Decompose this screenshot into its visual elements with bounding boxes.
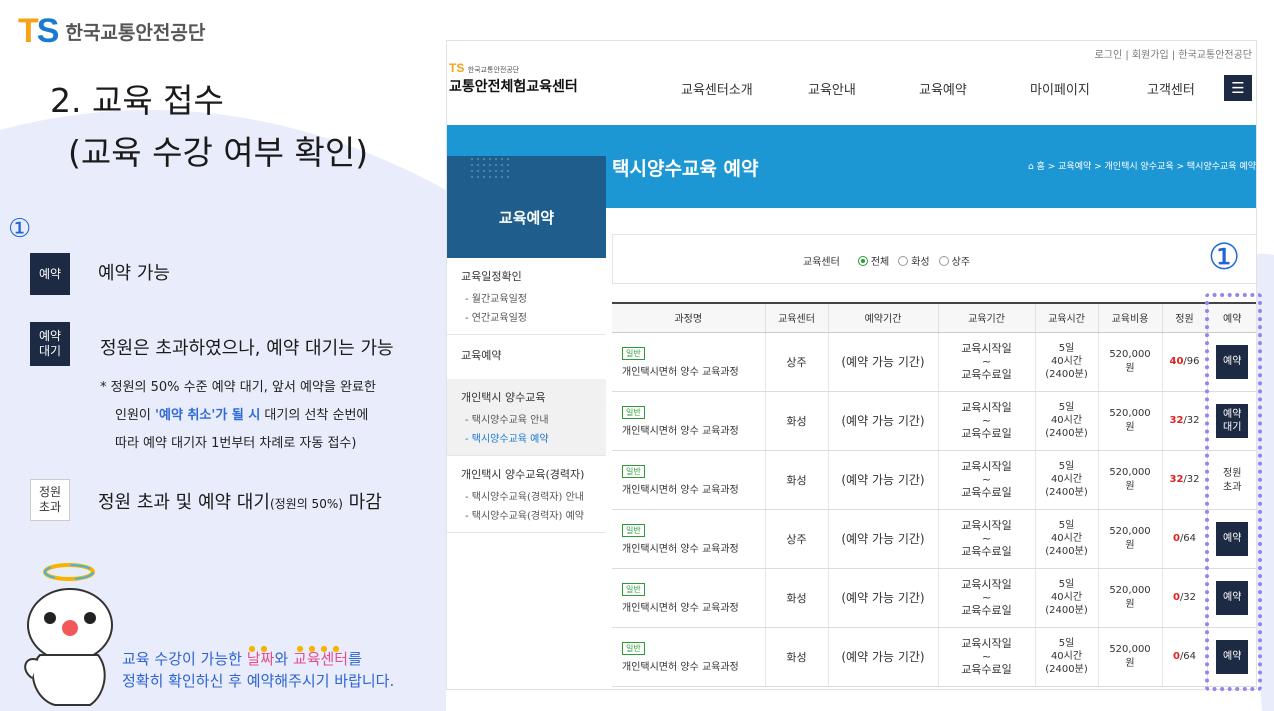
badge-waitlist: 예약 대기 (30, 322, 70, 366)
course-table: 과정명 교육센터 예약기간 교육기간 교육시간 교육비용 정원 예약 일반 개인택… (612, 302, 1256, 687)
course-cell: 일반 개인택시면허 양수 교육과정 (612, 391, 765, 451)
course-cell: 일반 개인택시면허 양수 교육과정 (612, 332, 765, 392)
slide-title: 2. 교육 접수 (교육 수강 여부 확인) (50, 81, 369, 172)
hours-cell: 5일 40시간 (2400분) (1034, 627, 1098, 687)
hours-cell: 5일 40시간 (2400분) (1034, 450, 1098, 510)
dates-cell: 교육시작일 ~ 교육수료일 (937, 627, 1035, 687)
fee-cell: 520,000 원 (1097, 391, 1162, 451)
legend-full-text: 정원 초과 및 예약 대기(정원의 50%) 마감 (98, 492, 382, 513)
dot-pattern (469, 156, 509, 182)
badge-reserve: 예약 (30, 253, 70, 295)
side-group-taxi: 개인택시 양수교육 - 택시양수교육 안내 - 택시양수교육 예약 (447, 379, 606, 455)
course-tag: 일반 (622, 405, 645, 419)
period-cell: (예약 가능 기간) (827, 627, 938, 687)
top-links[interactable]: 로그인 | 회원가입 | 한국교통안전공단 (1095, 46, 1252, 61)
course-tag: 일반 (622, 641, 645, 655)
hours-cell: 5일 40시간 (2400분) (1034, 509, 1098, 569)
course-cell: 일반 개인택시면허 양수 교육과정 (612, 509, 765, 569)
marker-number-right: ① (1208, 237, 1241, 278)
page-title: 택시양수교육 예약 (612, 158, 759, 180)
hours-cell: 5일 40시간 (2400분) (1034, 568, 1098, 628)
ts-logo: TS 한국교통안전공단 (18, 12, 206, 50)
waitlist-note: * 정원의 50% 수준 예약 대기, 앞서 예약을 완료한 인원이 '예약 취… (100, 380, 376, 451)
badge-full: 정원 초과 (30, 479, 70, 521)
dates-cell: 교육시작일 ~ 교육수료일 (937, 391, 1035, 451)
period-cell: (예약 가능 기간) (827, 509, 938, 569)
fee-cell: 520,000 원 (1097, 332, 1162, 392)
side-group-reservation: 교육예약 (461, 349, 502, 362)
table-row: 일반 개인택시면허 양수 교육과정 화성 (예약 가능 기간) 교육시작일 ~ 교육수… (612, 450, 1256, 510)
radio-sangju[interactable] (938, 255, 949, 266)
center-cell: 화성 (764, 391, 828, 451)
radio-all[interactable] (857, 255, 868, 266)
legend-waitlist-text: 정원은 초과하였으나, 예약 대기는 가능 (100, 338, 394, 359)
capacity-cell: 0/64 (1161, 509, 1207, 569)
capacity-cell: 40/96 (1161, 332, 1207, 392)
course-tag: 일반 (622, 523, 645, 537)
nav-center-intro[interactable]: 교육센터소개 (681, 79, 753, 98)
fee-cell: 520,000 원 (1097, 568, 1162, 628)
side-group-taxi-exp: 개인택시 양수교육(경력자) - 택시양수교육(경력자) 안내 - 택시양수교육… (461, 468, 585, 522)
hours-cell: 5일 40시간 (2400분) (1034, 332, 1098, 392)
period-cell: (예약 가능 기간) (827, 332, 938, 392)
website-screenshot: 로그인 | 회원가입 | 한국교통안전공단 TS 한국교통안전공단 교통안전체험… (446, 40, 1257, 690)
center-cell: 화성 (764, 627, 828, 687)
mascot-image (24, 563, 113, 706)
radio-hwaseong[interactable] (898, 255, 909, 266)
course-tag: 일반 (622, 464, 645, 478)
table-row: 일반 개인택시면허 양수 교육과정 화성 (예약 가능 기간) 교육시작일 ~ 교육수… (612, 627, 1256, 687)
capacity-cell: 32/32 (1161, 391, 1207, 451)
course-cell: 일반 개인택시면허 양수 교육과정 (612, 568, 765, 628)
hamburger-icon[interactable]: ☰ (1224, 75, 1252, 101)
nav-customer-center[interactable]: 고객센터 (1147, 79, 1195, 98)
center-cell: 상주 (764, 332, 828, 392)
org-name: 한국교통안전공단 (65, 22, 206, 44)
dates-cell: 교육시작일 ~ 교육수료일 (937, 332, 1035, 392)
period-cell: (예약 가능 기간) (827, 450, 938, 510)
fee-cell: 520,000 원 (1097, 450, 1162, 510)
center-cell: 화성 (764, 568, 828, 628)
legend-reserve-text: 예약 가능 (98, 263, 170, 284)
site-logo[interactable]: TS 한국교통안전공단 교통안전체험교육센터 (449, 61, 578, 96)
course-cell: 일반 개인택시면허 양수 교육과정 (612, 627, 765, 687)
capacity-cell: 32/32 (1161, 450, 1207, 510)
fee-cell: 520,000 원 (1097, 627, 1162, 687)
nav-reservation[interactable]: 교육예약 (919, 79, 967, 98)
course-cell: 일반 개인택시면허 양수 교육과정 (612, 450, 765, 510)
side-group-schedule: 교육일정확인 - 월간교육일정 - 연간교육일정 (461, 270, 527, 324)
table-row: 일반 개인택시면허 양수 교육과정 화성 (예약 가능 기간) 교육시작일 ~ 교육수… (612, 391, 1256, 451)
center-cell: 화성 (764, 450, 828, 510)
bottom-message: 교육 수강이 가능한 ●● 날짜와 ●●●● 교육센터를 정확히 확인하신 후 예약… (122, 644, 395, 690)
course-tag: 일반 (622, 346, 645, 360)
side-title-box: 교육예약 (447, 156, 606, 258)
center-cell: 상주 (764, 509, 828, 569)
period-cell: (예약 가능 기간) (827, 391, 938, 451)
nav-education-info[interactable]: 교육안내 (808, 79, 856, 98)
side-nav: 교육일정확인 - 월간교육일정 - 연간교육일정 교육예약 개인택시 양수교육 … (447, 258, 606, 533)
fee-cell: 520,000 원 (1097, 509, 1162, 569)
marker-number: ① (8, 214, 32, 244)
table-row: 일반 개인택시면허 양수 교육과정 상주 (예약 가능 기간) 교육시작일 ~ 교육수… (612, 332, 1256, 392)
course-tag: 일반 (622, 582, 645, 596)
nav-mypage[interactable]: 마이페이지 (1030, 79, 1090, 98)
table-row: 일반 개인택시면허 양수 교육과정 상주 (예약 가능 기간) 교육시작일 ~ 교육수… (612, 509, 1256, 569)
dates-cell: 교육시작일 ~ 교육수료일 (937, 450, 1035, 510)
table-row: 일반 개인택시면허 양수 교육과정 화성 (예약 가능 기간) 교육시작일 ~ 교육수… (612, 568, 1256, 628)
capacity-cell: 0/64 (1161, 627, 1207, 687)
center-filter: 교육센터 전체 화성 상주 (612, 234, 1256, 284)
table-header: 과정명 교육센터 예약기간 교육기간 교육시간 교육비용 정원 예약 (612, 302, 1256, 333)
breadcrumb[interactable]: ⌂ 홈 > 교육예약 > 개인택시 양수교육 > 택시양수교육 예약 (1028, 159, 1256, 172)
period-cell: (예약 가능 기간) (827, 568, 938, 628)
reserve-column-highlight (1205, 293, 1262, 691)
dates-cell: 교육시작일 ~ 교육수료일 (937, 509, 1035, 569)
hours-cell: 5일 40시간 (2400분) (1034, 391, 1098, 451)
capacity-cell: 0/32 (1161, 568, 1207, 628)
dates-cell: 교육시작일 ~ 교육수료일 (937, 568, 1035, 628)
